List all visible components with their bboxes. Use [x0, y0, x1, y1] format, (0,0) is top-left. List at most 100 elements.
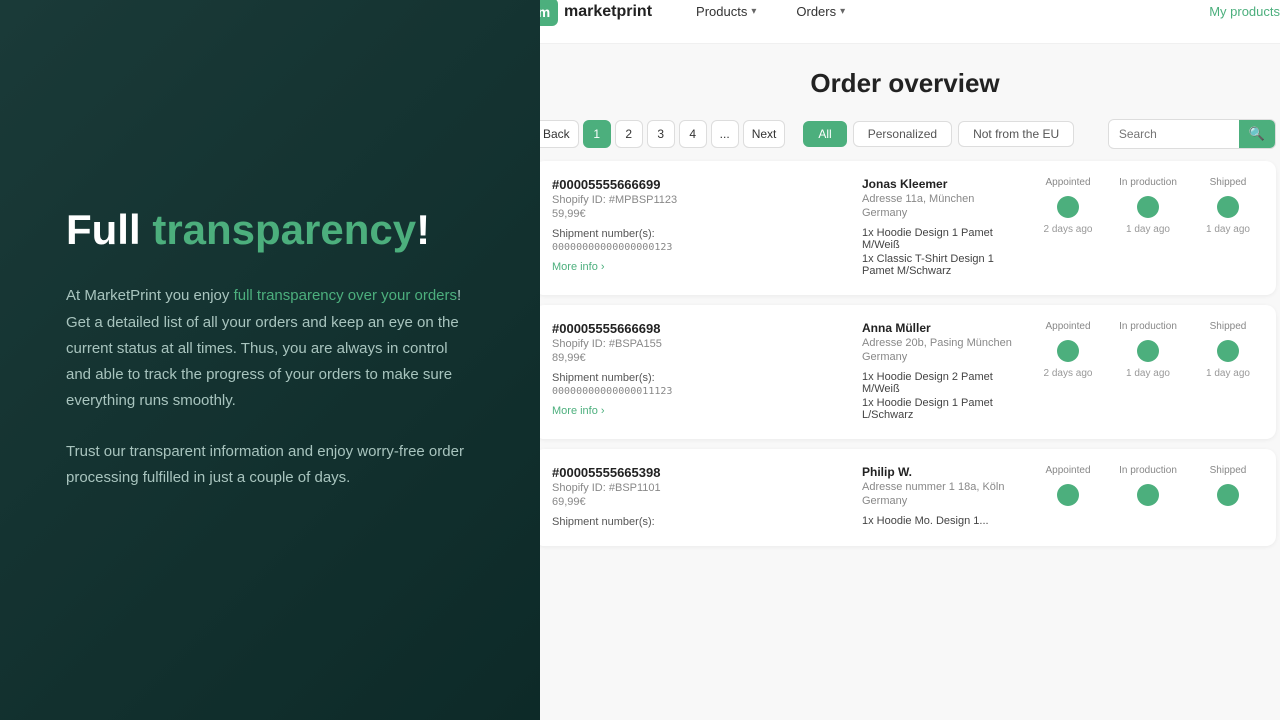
order-item-2b: 1x Hoodie Design 1 Pamet L/Schwarz: [862, 397, 1022, 421]
order-items-2: 1x Hoodie Design 2 Pamet M/Weiß 1x Hoodi…: [862, 371, 1022, 421]
green-link: full transparency over your orders: [234, 287, 457, 304]
status-label-shipped-2: Shipped: [1210, 321, 1247, 332]
right-panel: m marketprint Products ▾ Orders ▾ My pro…: [540, 0, 1280, 720]
filter-personalized[interactable]: Personalized: [853, 121, 952, 147]
order-item-3a: 1x Hoodie Mo. Design 1...: [862, 515, 1022, 527]
logo-area: m marketprint: [540, 0, 652, 26]
order-customer-1: Jonas Kleemer Adresse 11a, München Germa…: [862, 177, 1022, 279]
search-input[interactable]: [1109, 121, 1239, 147]
status-label-inprod-2: In production: [1119, 321, 1177, 332]
status-label-inprod-3: In production: [1119, 465, 1177, 476]
search-button[interactable]: 🔍: [1239, 120, 1275, 148]
status-label-shipped-3: Shipped: [1210, 465, 1247, 476]
logo-text: marketprint: [564, 3, 652, 21]
app-nav: m marketprint Products ▾ Orders ▾ My pro…: [540, 0, 1280, 44]
status-dot-inprod-2: [1137, 340, 1159, 362]
pagination-page-2[interactable]: 2: [615, 120, 643, 148]
status-dot-shipped-1: [1217, 196, 1239, 218]
orders-list: #00005555666699 Shopify ID: #MPBSP1123 5…: [540, 161, 1276, 546]
order-card: #00005555666699 Shopify ID: #MPBSP1123 5…: [540, 161, 1276, 295]
controls-row: Back 1 2 3 4 ... Next All Personalized N…: [540, 119, 1276, 149]
order-shopify-2: Shopify ID: #BSPA155: [552, 338, 846, 350]
orders-nav-item[interactable]: Orders ▾: [788, 0, 853, 23]
status-time-appointed-1: 2 days ago: [1044, 224, 1093, 235]
more-info-arrow-icon-2: ›: [601, 405, 605, 417]
customer-name-1: Jonas Kleemer: [862, 177, 1022, 191]
order-main-2: #00005555666698 Shopify ID: #BSPA155 89,…: [552, 321, 846, 417]
status-time-inprod-2: 1 day ago: [1126, 368, 1170, 379]
app-content: m marketprint Products ▾ Orders ▾ My pro…: [540, 0, 1280, 720]
order-price-3: 69,99€: [552, 496, 846, 508]
order-price-1: 59,99€: [552, 208, 846, 220]
status-dot-appointed-2: [1057, 340, 1079, 362]
order-main-3: #00005555665398 Shopify ID: #BSP1101 69,…: [552, 465, 846, 530]
customer-country-1: Germany: [862, 207, 1022, 219]
customer-country-3: Germany: [862, 495, 1022, 507]
status-appointed-1: Appointed 2 days ago: [1038, 177, 1098, 235]
status-appointed-2: Appointed 2 days ago: [1038, 321, 1098, 379]
order-shipment-label-1: Shipment number(s):: [552, 228, 846, 240]
customer-name-3: Philip W.: [862, 465, 1022, 479]
filter-not-from-eu[interactable]: Not from the EU: [958, 121, 1074, 147]
order-item-1b: 1x Classic T-Shirt Design 1 Pamet M/Schw…: [862, 253, 1022, 277]
pagination: Back 1 2 3 4 ... Next: [540, 120, 785, 148]
my-products-link[interactable]: My products: [1209, 4, 1280, 19]
order-status-3: Appointed In production Shipped: [1038, 465, 1258, 508]
status-shipped-1: Shipped 1 day ago: [1198, 177, 1258, 235]
status-label-shipped-1: Shipped: [1210, 177, 1247, 188]
status-label-appointed-3: Appointed: [1045, 465, 1090, 476]
customer-name-2: Anna Müller: [862, 321, 1022, 335]
status-shipped-2: Shipped 1 day ago: [1198, 321, 1258, 379]
status-dot-appointed-3: [1057, 484, 1079, 506]
logo-letter: m: [540, 4, 550, 20]
order-shopify-1: Shopify ID: #MPBSP1123: [552, 194, 846, 206]
pagination-page-4[interactable]: 4: [679, 120, 707, 148]
order-shipment-label-3: Shipment number(s):: [552, 516, 846, 528]
search-box: 🔍: [1108, 119, 1276, 149]
pagination-page-3[interactable]: 3: [647, 120, 675, 148]
paragraph1: At MarketPrint you enjoy full transparen…: [66, 283, 474, 414]
order-status-2: Appointed 2 days ago In production 1 day…: [1038, 321, 1258, 379]
customer-country-2: Germany: [862, 351, 1022, 363]
status-dot-shipped-2: [1217, 340, 1239, 362]
pagination-next[interactable]: Next: [743, 120, 786, 148]
page-title: Order overview: [540, 68, 1276, 99]
status-dot-shipped-3: [1217, 484, 1239, 506]
order-shipment-num-2: 00000000000000011123: [552, 386, 846, 397]
tablet-frame: m marketprint Products ▾ Orders ▾ My pro…: [540, 0, 1280, 720]
pagination-page-1[interactable]: 1: [583, 120, 611, 148]
filter-all[interactable]: All: [803, 121, 846, 147]
order-shipment-num-1: 00000000000000000123: [552, 242, 846, 253]
order-items-1: 1x Hoodie Design 1 Pamet M/Weiß 1x Class…: [862, 227, 1022, 277]
order-status-1: Appointed 2 days ago In production 1 day…: [1038, 177, 1258, 235]
more-info-2[interactable]: More info ›: [552, 405, 846, 417]
more-info-1[interactable]: More info ›: [552, 261, 846, 273]
status-time-appointed-2: 2 days ago: [1044, 368, 1093, 379]
left-panel: Full transparency! At MarketPrint you en…: [0, 0, 540, 720]
filter-tabs: All Personalized Not from the EU: [803, 121, 1074, 147]
status-time-inprod-1: 1 day ago: [1126, 224, 1170, 235]
status-shipped-3: Shipped: [1198, 465, 1258, 508]
status-label-inprod-1: In production: [1119, 177, 1177, 188]
customer-address-2: Adresse 20b, Pasing München: [862, 337, 1022, 349]
more-info-arrow-icon-1: ›: [601, 261, 605, 273]
status-time-shipped-1: 1 day ago: [1206, 224, 1250, 235]
order-card-3: #00005555665398 Shopify ID: #BSP1101 69,…: [540, 449, 1276, 546]
order-id-1: #00005555666699: [552, 177, 846, 192]
pagination-ellipsis: ...: [711, 120, 739, 148]
order-card-2: #00005555666698 Shopify ID: #BSPA155 89,…: [540, 305, 1276, 439]
products-nav-item[interactable]: Products ▾: [688, 0, 764, 23]
order-id-3: #00005555665398: [552, 465, 846, 480]
page-body: Order overview Back 1 2 3 4 ... Next: [540, 44, 1280, 720]
customer-address-3: Adresse nummer 1 18a, Köln: [862, 481, 1022, 493]
status-dot-inprod-3: [1137, 484, 1159, 506]
headline-end: !: [416, 206, 430, 253]
order-main-1: #00005555666699 Shopify ID: #MPBSP1123 5…: [552, 177, 846, 273]
products-label: Products: [696, 4, 747, 19]
orders-label: Orders: [796, 4, 836, 19]
headline: Full transparency!: [66, 205, 474, 255]
orders-chevron-icon: ▾: [840, 6, 845, 17]
status-dot-inprod-1: [1137, 196, 1159, 218]
status-inprod-2: In production 1 day ago: [1118, 321, 1178, 379]
pagination-back[interactable]: Back: [540, 120, 579, 148]
